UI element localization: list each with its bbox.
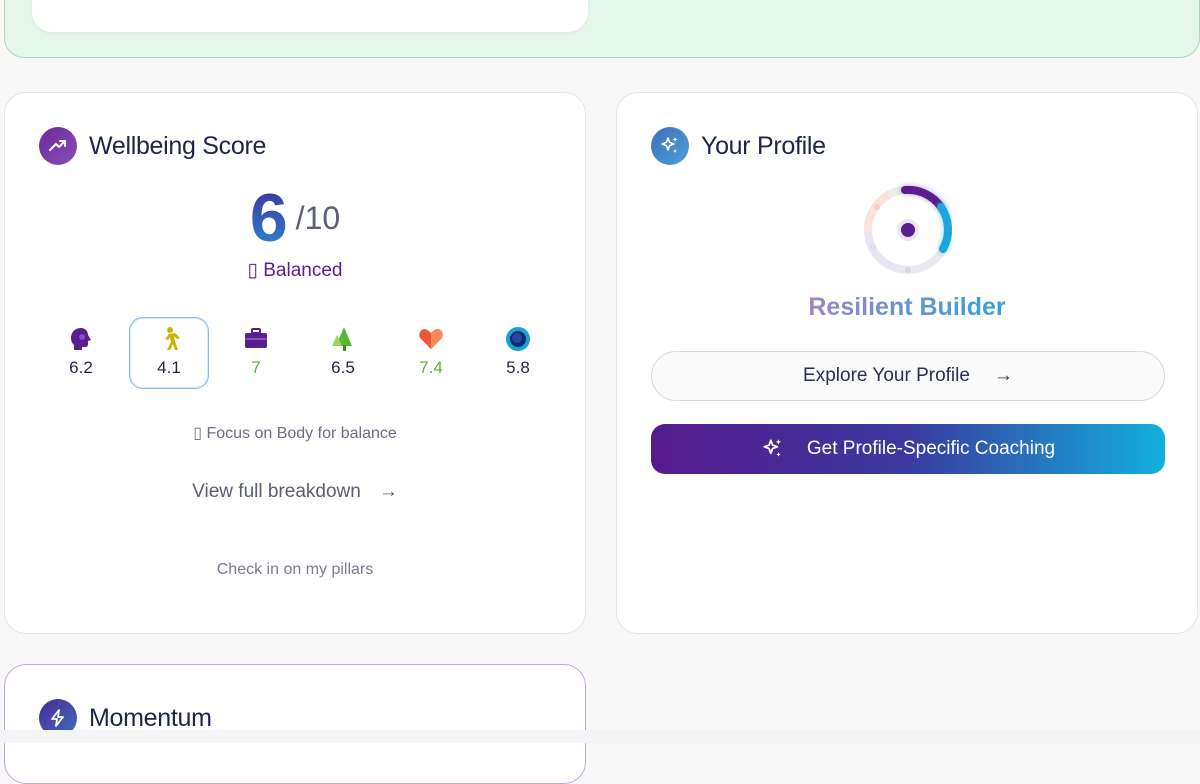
profile-card: Your Profile Resilient Builder Explore Y…: [616, 92, 1198, 634]
tree-icon: [332, 327, 352, 351]
pillar-value: 6.2: [69, 358, 93, 377]
heart-icon: [419, 329, 443, 349]
breakdown-label: View full breakdown: [192, 481, 361, 502]
momentum-title: Momentum: [89, 703, 212, 732]
pillar-value: 6.5: [331, 358, 355, 377]
pillar-value: 7: [251, 358, 261, 377]
wellbeing-score-card: Wellbeing Score 6/10 ▯ Balanced 6.2 4.1 …: [4, 92, 586, 634]
focus-hint: ▯ Focus on Body for balance: [193, 425, 397, 442]
bottom-strip: [0, 730, 1200, 743]
arrow-right-icon: →: [993, 365, 1013, 386]
pillar-purpose[interactable]: 5.8: [478, 317, 558, 389]
pillar-mind[interactable]: 6.2: [41, 317, 121, 389]
trending-up-icon: [39, 127, 77, 165]
profile-ring-chart: [855, 177, 961, 283]
walking-person-icon: [165, 327, 180, 350]
pillar-value: 4.1: [157, 358, 181, 377]
briefcase-icon: [245, 328, 267, 348]
profile-header: Your Profile: [651, 127, 826, 165]
arrow-right-icon: →: [378, 481, 398, 502]
eye-icon: [506, 327, 530, 351]
pillar-body[interactable]: 4.1: [129, 317, 209, 389]
head-icon: [71, 328, 91, 350]
pillar-environment[interactable]: 6.5: [303, 317, 383, 389]
pillar-relationships[interactable]: 7.4: [391, 317, 471, 389]
profile-archetype: Resilient Builder: [617, 293, 1197, 322]
score-value: 6: [249, 180, 288, 256]
archetype-label: Resilient Builder: [808, 293, 1006, 321]
pillar-row: 6.2 4.1 7 6.5 7.4 5.8: [39, 317, 555, 389]
wellbeing-title: Wellbeing Score: [89, 131, 267, 160]
pillar-value: 5.8: [506, 358, 530, 377]
view-breakdown-link[interactable]: View full breakdown →: [5, 481, 585, 503]
sparkles-icon: [651, 127, 689, 165]
coaching-label: Get Profile-Specific Coaching: [806, 438, 1056, 459]
pillar-value: 7.4: [419, 358, 443, 377]
explore-label: Explore Your Profile: [803, 365, 970, 386]
score-denominator: /10: [295, 199, 341, 236]
profile-title: Your Profile: [701, 131, 826, 160]
score-status: ▯ Balanced: [247, 260, 343, 281]
profile-coaching-button[interactable]: Get Profile-Specific Coaching: [651, 424, 1165, 474]
top-inner-card: [32, 0, 588, 32]
sparkles-icon: [761, 437, 785, 461]
pillar-work[interactable]: 7: [216, 317, 296, 389]
explore-profile-button[interactable]: Explore Your Profile →: [651, 351, 1165, 401]
score-display: 6/10: [5, 179, 585, 257]
wellbeing-header: Wellbeing Score: [39, 127, 266, 165]
checkin-pillars-link[interactable]: Check in on my pillars: [5, 561, 585, 579]
momentum-card: Momentum: [4, 664, 586, 784]
